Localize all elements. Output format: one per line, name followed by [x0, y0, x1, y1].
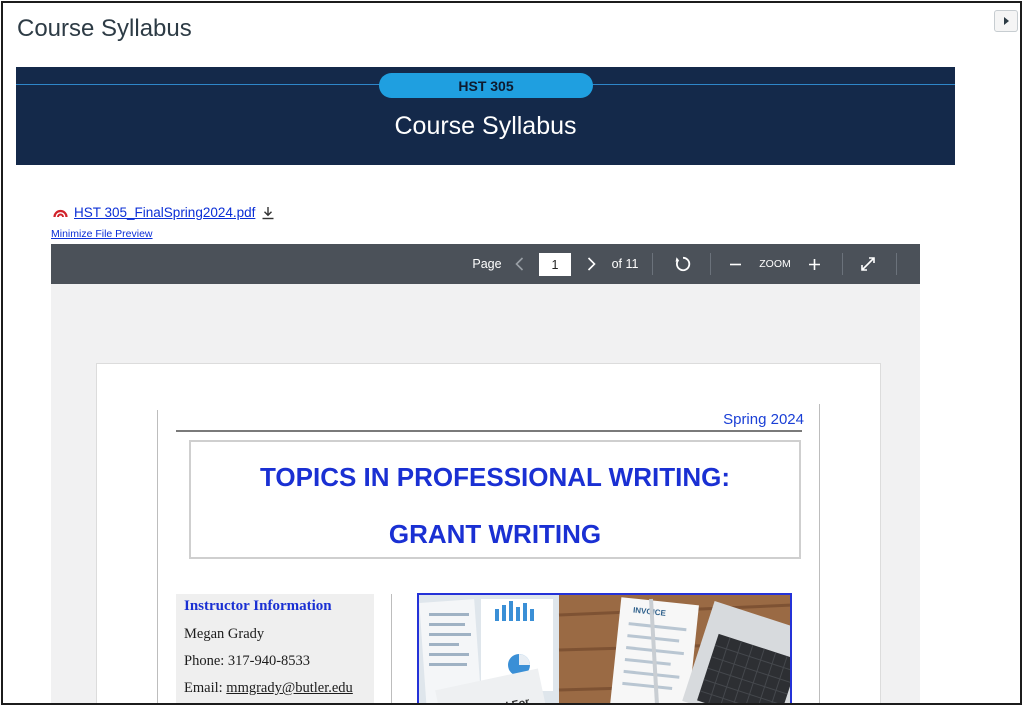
file-link[interactable]: HST 305_FinalSpring2024.pdf — [74, 205, 255, 220]
file-attachment: HST 305_FinalSpring2024.pdf — [53, 205, 275, 220]
document-title-line1: TOPICS IN PROFESSIONAL WRITING: — [260, 462, 730, 492]
page-title: Course Syllabus — [17, 15, 192, 42]
toolbar-separator — [710, 253, 711, 275]
browser-frame: Course Syllabus HST 305 Course Syllabus … — [1, 1, 1022, 705]
toolbar-separator — [652, 253, 653, 275]
zoom-out-button[interactable] — [724, 244, 746, 284]
course-banner: HST 305 Course Syllabus — [16, 67, 955, 165]
rotate-icon — [675, 256, 691, 272]
instructor-info: Instructor Information Megan Grady Phone… — [176, 594, 374, 703]
chevron-right-icon — [587, 257, 596, 271]
instructor-heading: Instructor Information — [184, 598, 332, 614]
grant-writing-photo: Tax Refund For INVOICE — [417, 593, 792, 703]
instructor-name: Megan Grady — [184, 626, 265, 642]
pdf-file-icon — [53, 207, 68, 219]
semester-label: Spring 2024 — [723, 411, 804, 428]
page-label: Page — [472, 257, 502, 271]
photo-illustration: Tax Refund For INVOICE — [419, 595, 790, 703]
caret-right-icon — [1004, 17, 1009, 25]
email-link[interactable]: mmgrady@butler.edu — [226, 680, 353, 696]
pdf-page: Spring 2024 TOPICS IN PROFESSIONAL WRITI… — [96, 363, 881, 703]
zoom-in-button[interactable] — [803, 244, 825, 284]
rotate-button[interactable] — [671, 244, 695, 284]
expand-sidebar-button[interactable] — [994, 10, 1018, 32]
minus-icon — [729, 263, 741, 265]
previous-page-button[interactable] — [509, 244, 529, 284]
fullscreen-button[interactable] — [857, 244, 879, 284]
document-title-line2: GRANT WRITING — [388, 519, 602, 549]
document-title-box: TOPICS IN PROFESSIONAL WRITING: GRANT WR… — [189, 440, 801, 559]
expand-icon — [861, 257, 875, 271]
column-divider — [391, 594, 392, 703]
header-rule — [176, 430, 802, 432]
toolbar-separator — [896, 253, 897, 275]
page-count: of 11 — [611, 257, 639, 271]
instructor-email: Email: mmgrady@butler.edu — [184, 680, 353, 697]
next-page-button[interactable] — [581, 244, 601, 284]
pdf-toolbar: Page of 11 ZOOM — [51, 244, 920, 284]
download-icon[interactable] — [261, 206, 275, 220]
toolbar-separator — [842, 253, 843, 275]
instructor-phone: Phone: 317-940-8533 — [184, 653, 311, 669]
minimize-preview-link[interactable]: Minimize File Preview — [51, 228, 153, 240]
plus-icon — [808, 258, 820, 270]
page-number-input[interactable] — [539, 253, 571, 276]
pdf-viewer: Page of 11 ZOOM — [51, 244, 920, 703]
chevron-left-icon — [514, 257, 523, 271]
course-code-badge: HST 305 — [379, 73, 593, 98]
page-margin-rule — [157, 410, 158, 703]
email-label: Email: — [184, 680, 227, 696]
zoom-label: ZOOM — [759, 258, 791, 270]
page-margin-rule — [819, 404, 820, 703]
banner-title: Course Syllabus — [394, 112, 577, 140]
